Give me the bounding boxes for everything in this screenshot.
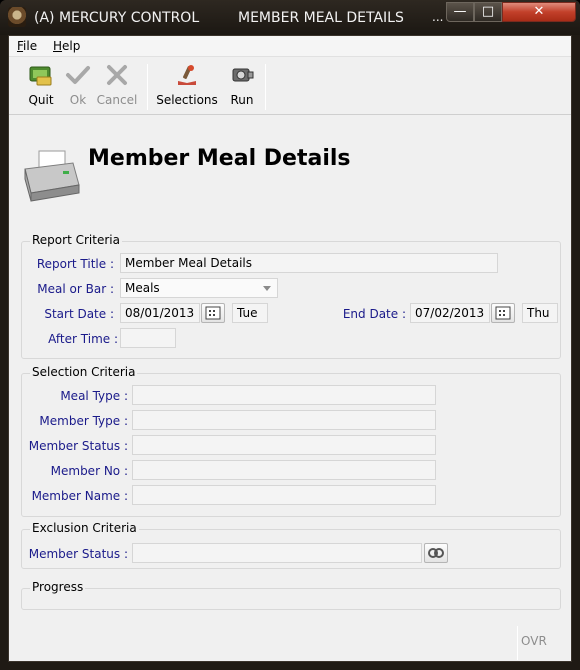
report-title-input[interactable]: Member Meal Details [120,253,498,273]
end-day-display: Thu [522,303,558,323]
title-bar[interactable]: (A) MERCURY CONTROL MEMBER MEAL DETAILS … [0,0,580,35]
calendar-icon [205,306,221,320]
exclusion-member-status-input[interactable] [132,543,422,563]
run-icon [229,63,255,87]
close-icon: ✕ [533,4,545,19]
maximize-button[interactable]: □ [474,2,502,22]
menu-file[interactable]: File [17,39,37,53]
meal-or-bar-label: Meal or Bar : [37,282,114,296]
page-title: Member Meal Details [88,146,351,171]
member-type-label: Member Type : [39,414,128,428]
start-date-calendar-button[interactable] [201,303,225,323]
exclusion-criteria-title: Exclusion Criteria [30,521,139,535]
overwrite-indicator: OVR [521,634,547,648]
minimize-icon: — [453,4,467,19]
chevron-down-icon [263,286,271,291]
quit-button[interactable]: Quit [23,63,59,111]
toolbar-separator [265,64,266,110]
member-no-input[interactable] [132,460,436,480]
report-criteria-group: Report Criteria Report Title : Member Me… [21,233,561,359]
exclusion-member-status-label: Member Status : [28,547,128,561]
progress-title: Progress [30,580,86,594]
application-window: (A) MERCURY CONTROL MEMBER MEAL DETAILS … [0,0,580,670]
quit-icon [28,63,54,87]
run-button[interactable]: Run [225,63,259,111]
title-overflow: ... [432,10,444,24]
member-type-input[interactable] [132,410,436,430]
progress-group: Progress [21,580,561,610]
cancel-label: Cancel [96,93,138,107]
checkmark-icon [65,63,91,87]
lookup-icon [428,548,444,558]
ok-label: Ok [69,93,87,107]
app-logo-icon[interactable] [8,7,26,27]
exclusion-lookup-button[interactable] [424,543,448,563]
member-status-label: Member Status : [28,439,128,453]
start-day-display: Tue [232,303,268,323]
selection-criteria-title: Selection Criteria [30,365,138,379]
run-label: Run [230,93,254,107]
after-time-input[interactable] [120,328,176,348]
exclusion-criteria-group: Exclusion Criteria Member Status : [21,521,561,569]
start-date-input[interactable]: 08/01/2013 [120,303,200,323]
meal-type-input[interactable] [132,385,436,405]
end-date-input[interactable]: 07/02/2013 [410,303,490,323]
cross-icon [104,63,130,87]
minimize-button[interactable]: — [446,2,474,22]
form-title: MEMBER MEAL DETAILS [238,10,404,26]
close-button[interactable]: ✕ [502,2,576,22]
report-title-label: Report Title : [36,257,114,271]
maximize-icon: □ [481,4,495,19]
toolbar-separator [147,64,148,110]
start-date-label: Start Date : [44,307,114,321]
quit-label: Quit [28,93,54,107]
client-area: File Help Quit Ok Cancel Selections Run … [8,35,572,662]
end-date-label: End Date : [342,307,406,321]
meal-or-bar-value: Meals [125,281,160,295]
member-status-input[interactable] [132,435,436,455]
status-bar: OVR [9,622,571,662]
after-time-label: After Time : [48,332,118,346]
member-no-label: Member No : [50,464,128,478]
selections-icon [174,63,200,87]
menu-bar: File Help [9,36,571,57]
selections-button[interactable]: Selections [155,63,219,111]
toolbar: Quit Ok Cancel Selections Run [9,58,571,115]
printer-icon [21,149,81,203]
end-date-calendar-button[interactable] [491,303,515,323]
member-name-label: Member Name : [31,489,128,503]
report-criteria-title: Report Criteria [30,233,122,247]
calendar-icon [495,306,511,320]
cancel-button[interactable]: Cancel [95,63,139,111]
menu-help[interactable]: Help [53,39,80,53]
app-title: (A) MERCURY CONTROL [34,10,200,26]
meal-type-label: Meal Type : [60,389,128,403]
member-name-input[interactable] [132,485,436,505]
status-separator [517,626,518,660]
selections-label: Selections [156,93,218,107]
meal-or-bar-select[interactable]: Meals [120,278,278,298]
selection-criteria-group: Selection Criteria Meal Type : Member Ty… [21,365,561,517]
ok-button[interactable]: Ok [63,63,93,111]
